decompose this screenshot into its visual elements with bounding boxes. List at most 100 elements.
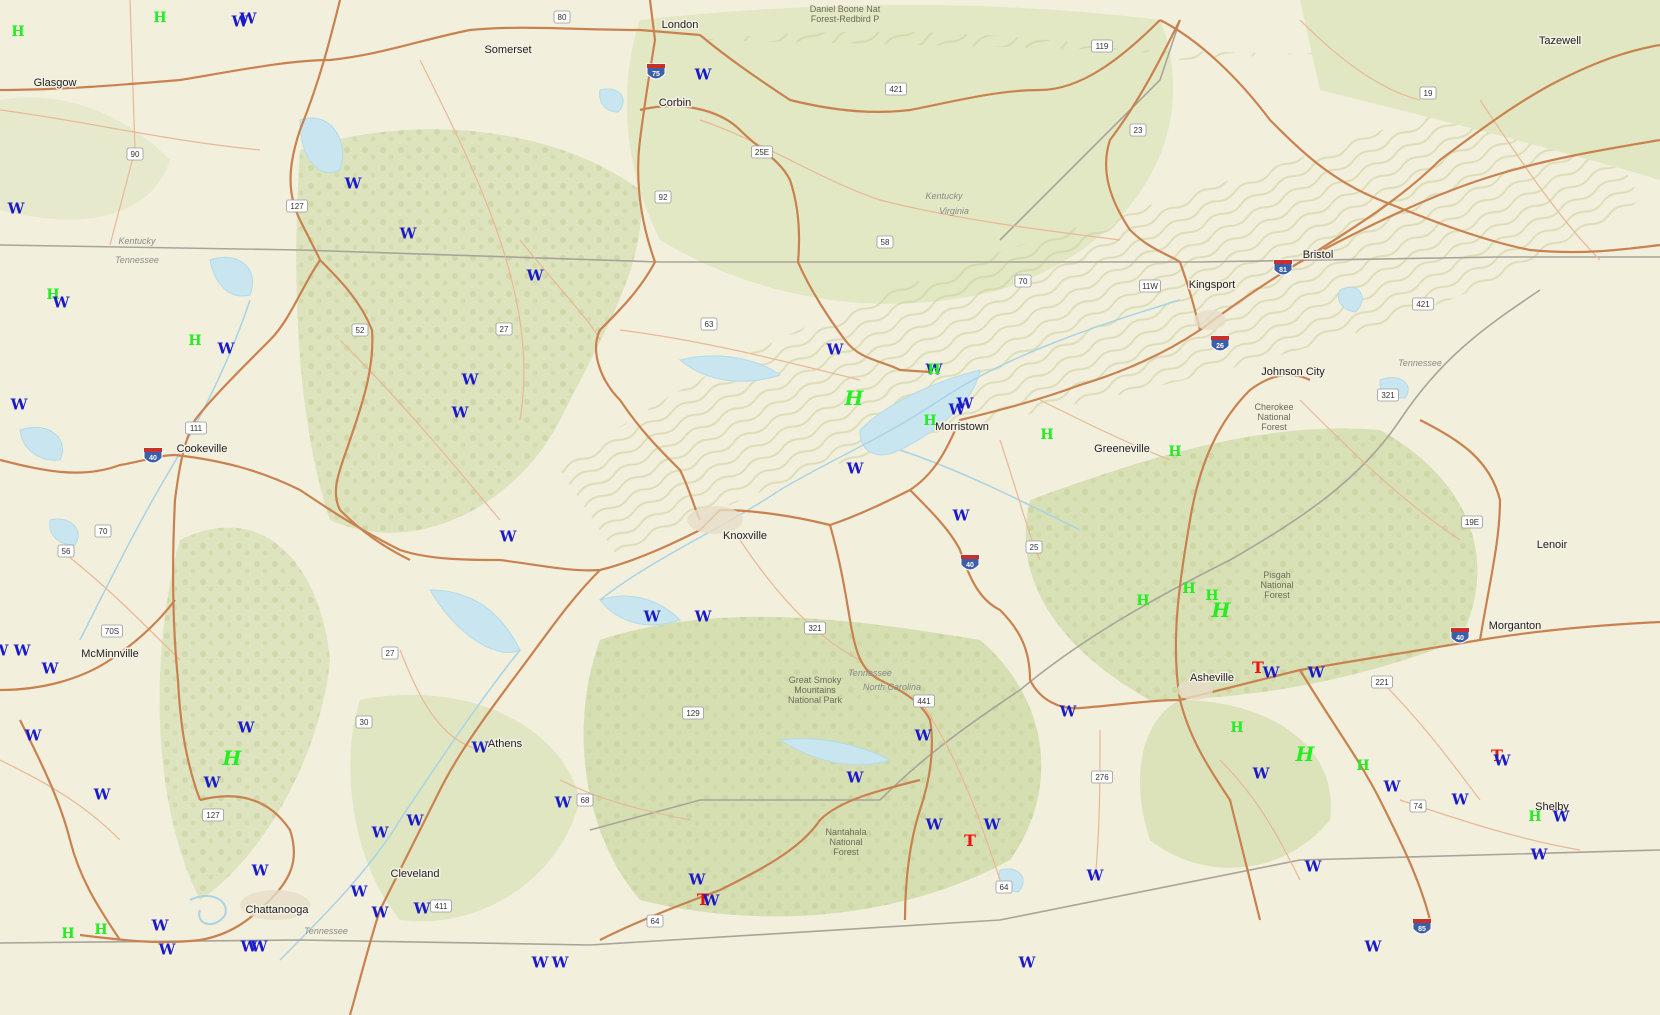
svg-text:25: 25: [1030, 543, 1039, 552]
route-shield: 441: [913, 694, 935, 708]
station-marker-w[interactable]: W: [351, 884, 368, 900]
station-marker-w[interactable]: W: [703, 893, 720, 909]
route-shield: 27: [495, 322, 513, 336]
route-shield: 64: [995, 880, 1013, 894]
station-marker-w[interactable]: W: [400, 226, 417, 242]
station-marker-w[interactable]: W: [847, 461, 864, 477]
station-marker-w[interactable]: W: [0, 643, 8, 659]
station-marker-w[interactable]: W: [1305, 859, 1322, 875]
station-marker-w[interactable]: W: [94, 787, 111, 803]
station-marker-w[interactable]: W: [251, 939, 268, 955]
station-marker-h[interactable]: H: [94, 923, 107, 937]
station-marker-h[interactable]: H: [188, 334, 201, 348]
station-marker-h[interactable]: H: [927, 363, 940, 377]
station-marker-w[interactable]: W: [414, 901, 431, 917]
station-marker-w[interactable]: W: [25, 728, 42, 744]
station-marker-h[interactable]: H: [1136, 594, 1149, 608]
station-marker-h[interactable]: H: [923, 414, 936, 428]
station-marker-w[interactable]: W: [689, 872, 706, 888]
station-marker-h[interactable]: H: [1168, 445, 1181, 459]
svg-text:23: 23: [1134, 126, 1143, 135]
station-marker-w[interactable]: W: [1253, 766, 1270, 782]
svg-text:40: 40: [1456, 635, 1464, 642]
station-marker-w[interactable]: W: [555, 795, 572, 811]
station-marker-h[interactable]: H: [11, 25, 24, 39]
station-marker-w[interactable]: W: [252, 863, 269, 879]
svg-text:81: 81: [1279, 267, 1287, 274]
svg-text:26: 26: [1216, 343, 1224, 350]
station-marker-w[interactable]: W: [407, 813, 424, 829]
station-marker-w[interactable]: W: [1060, 704, 1077, 720]
station-marker-w[interactable]: W: [527, 268, 544, 284]
station-marker-h[interactable]: H: [1230, 721, 1243, 735]
station-marker-w[interactable]: W: [8, 201, 25, 217]
station-marker-w[interactable]: W: [152, 918, 169, 934]
interstate-shield: 40: [1450, 627, 1470, 644]
station-marker-w[interactable]: W: [1494, 753, 1511, 769]
station-marker-w[interactable]: W: [240, 11, 257, 27]
station-marker-w[interactable]: W: [1452, 792, 1469, 808]
station-marker-h[interactable]: H: [1212, 600, 1231, 620]
station-marker-w[interactable]: W: [372, 905, 389, 921]
station-marker-h[interactable]: H: [845, 388, 864, 408]
route-shield: 221: [1371, 675, 1393, 689]
park-label: Great Smoky Mountains National Park: [788, 675, 843, 705]
station-marker-w[interactable]: W: [1019, 955, 1036, 971]
station-marker-w[interactable]: W: [847, 770, 864, 786]
station-marker-w[interactable]: W: [238, 720, 255, 736]
station-marker-h[interactable]: H: [1182, 582, 1195, 596]
station-marker-w[interactable]: W: [472, 740, 489, 756]
station-marker-t[interactable]: T: [964, 833, 976, 849]
station-marker-w[interactable]: W: [462, 372, 479, 388]
station-marker-w[interactable]: W: [42, 661, 59, 677]
station-marker-w[interactable]: W: [695, 609, 712, 625]
station-marker-w[interactable]: W: [218, 341, 235, 357]
station-marker-h[interactable]: H: [1040, 428, 1053, 442]
station-marker-w[interactable]: W: [1308, 665, 1325, 681]
station-marker-w[interactable]: W: [1263, 665, 1280, 681]
svg-text:56: 56: [62, 547, 71, 556]
station-marker-h[interactable]: H: [1528, 810, 1541, 824]
station-marker-w[interactable]: W: [644, 609, 661, 625]
city-label: Somerset: [484, 44, 531, 56]
station-marker-w[interactable]: W: [926, 817, 943, 833]
station-marker-w[interactable]: W: [11, 397, 28, 413]
station-marker-w[interactable]: W: [204, 775, 221, 791]
station-marker-w[interactable]: W: [915, 728, 932, 744]
station-marker-w[interactable]: W: [984, 817, 1001, 833]
station-marker-w[interactable]: W: [552, 955, 569, 971]
station-marker-w[interactable]: W: [53, 295, 70, 311]
station-marker-w[interactable]: W: [452, 405, 469, 421]
interstate-shield: 75: [646, 63, 666, 80]
station-marker-w[interactable]: W: [372, 825, 389, 841]
svg-text:411: 411: [435, 902, 448, 911]
station-marker-w[interactable]: W: [1365, 939, 1382, 955]
station-marker-w[interactable]: W: [1531, 847, 1548, 863]
station-marker-w[interactable]: W: [1384, 779, 1401, 795]
station-marker-h[interactable]: H: [1296, 744, 1315, 764]
route-shield: 421: [1412, 297, 1434, 311]
svg-text:127: 127: [206, 811, 220, 820]
station-marker-w[interactable]: W: [159, 942, 176, 958]
station-marker-w[interactable]: W: [957, 396, 974, 412]
station-marker-w[interactable]: W: [345, 176, 362, 192]
station-marker-h[interactable]: H: [223, 748, 242, 768]
route-shield: 321: [1377, 388, 1399, 402]
station-marker-h[interactable]: H: [1356, 759, 1369, 773]
station-marker-w[interactable]: W: [14, 643, 31, 659]
route-shield: 19E: [1461, 515, 1483, 529]
station-marker-w[interactable]: W: [500, 529, 517, 545]
station-marker-h[interactable]: H: [61, 927, 74, 941]
station-marker-w[interactable]: W: [695, 67, 712, 83]
station-marker-w[interactable]: W: [1553, 809, 1570, 825]
station-marker-w[interactable]: W: [827, 342, 844, 358]
route-shield: 52: [351, 323, 369, 337]
station-marker-w[interactable]: W: [1087, 868, 1104, 884]
interstate-shield: 85: [1412, 918, 1432, 935]
station-marker-h[interactable]: H: [153, 11, 166, 25]
station-marker-w[interactable]: W: [953, 508, 970, 524]
map-view[interactable]: 80 119 421 90 25E 23 19 127 92 58 70 11W 421 52 27 63 32…: [0, 0, 1660, 1015]
station-marker-w[interactable]: W: [532, 955, 549, 971]
interstate-shield: 40: [960, 554, 980, 571]
route-shield: 11W: [1139, 279, 1161, 293]
